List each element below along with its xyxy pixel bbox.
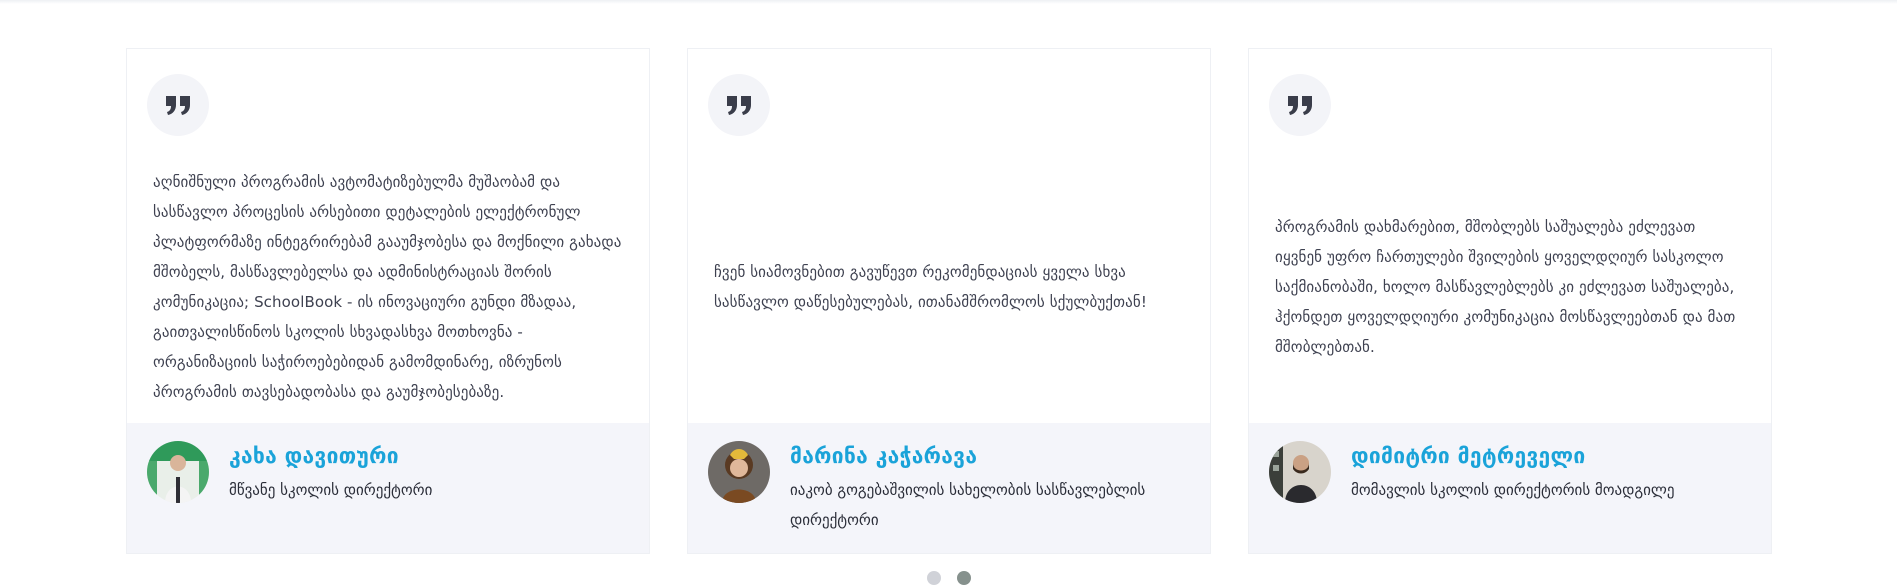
avatar [708,441,770,503]
testimonial-card: ჩვენ სიამოვნებით გავუწევთ რეკომენდაციას … [687,48,1211,554]
quote-badge [1269,74,1331,136]
testimonials-carousel: აღნიშნული პროგრამის ავტომატიზებულმა მუშა… [126,48,1772,554]
author-name: მარინა კაჭარავა [790,444,978,468]
carousel-dot-2[interactable] [957,571,971,585]
quote-badge [708,74,770,136]
testimonial-quote: ჩვენ სიამოვნებით გავუწევთ რეკომენდაციას … [714,262,1147,311]
quote-icon [1288,96,1312,115]
author-role: იაკობ გოგებაშვილის სახელობის სასწავლებლი… [790,481,1146,529]
author-name: კახა დავითური [229,444,399,468]
quote-body: აღნიშნული პროგრამის ავტომატიზებულმა მუშა… [153,149,623,424]
top-shadow [0,0,1897,4]
quote-body: პროგრამის დახმარებით, მშობლებს საშუალება… [1275,149,1745,424]
testimonial-card: აღნიშნული პროგრამის ავტომატიზებულმა მუშა… [126,48,650,554]
testimonial-card: პროგრამის დახმარებით, მშობლებს საშუალება… [1248,48,1772,554]
carousel-dot-1[interactable] [927,571,941,585]
author-role: მწვანე სკოლის დირექტორი [229,481,433,499]
avatar [147,441,209,503]
author-role: მომავლის სკოლის დირექტორის მოადგილე [1351,481,1675,499]
author-name: დიმიტრი მეტრეველი [1351,444,1586,468]
author-panel: დიმიტრი მეტრეველი მომავლის სკოლის დირექტ… [1249,423,1771,553]
quote-badge [147,74,209,136]
carousel-pagination [927,571,971,585]
author-panel: მარინა კაჭარავა იაკობ გოგებაშვილის სახელ… [688,423,1210,553]
testimonial-quote: პროგრამის დახმარებით, მშობლებს საშუალება… [1275,217,1736,356]
author-panel: კახა დავითური მწვანე სკოლის დირექტორი [127,423,649,553]
quote-body: ჩვენ სიამოვნებით გავუწევთ რეკომენდაციას … [714,149,1184,424]
quote-icon [727,96,751,115]
testimonial-quote: აღნიშნული პროგრამის ავტომატიზებულმა მუშა… [153,172,622,401]
avatar [1269,441,1331,503]
quote-icon [166,96,190,115]
